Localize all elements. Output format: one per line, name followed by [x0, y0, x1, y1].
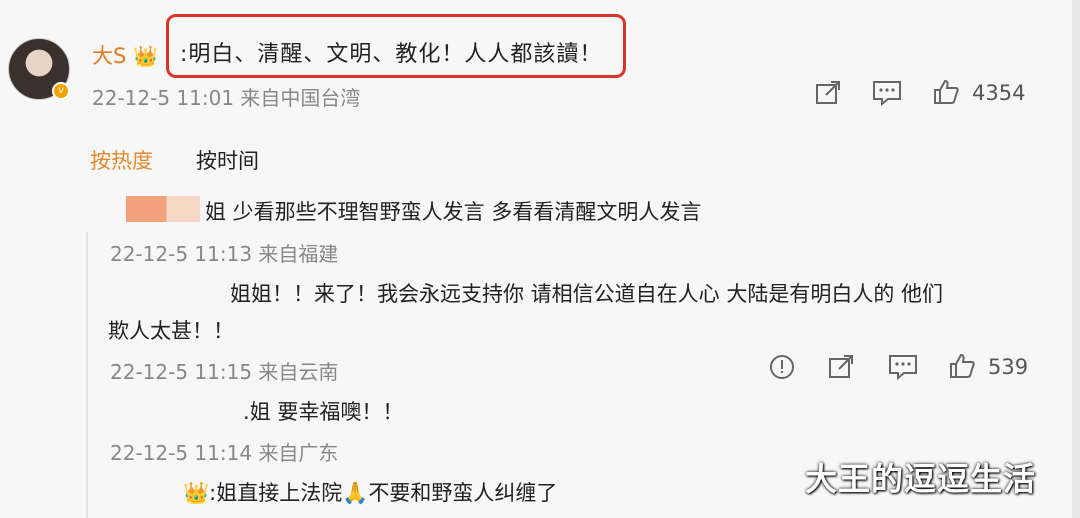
- verified-badge-icon: v: [52, 82, 70, 100]
- like-button[interactable]: [932, 78, 960, 110]
- comment-meta: 22-12-5 11:15 来自云南: [110, 360, 339, 384]
- tab-sort-hot[interactable]: 按热度: [90, 145, 153, 175]
- post-text: :明白、清醒、文明、教化！人人都該讀！: [180, 42, 603, 67]
- scrollbar-track[interactable]: [1072, 0, 1080, 518]
- username[interactable]: 大S: [92, 44, 126, 68]
- comment-button[interactable]: [888, 354, 918, 384]
- pray-emoji-icon: 🙏: [342, 481, 369, 505]
- comment-icon: [889, 355, 917, 381]
- like-icon: [934, 79, 959, 104]
- comment-button[interactable]: [872, 80, 902, 110]
- report-button[interactable]: [769, 354, 795, 384]
- comment-meta: 22-12-5 11:13 来自福建: [110, 242, 339, 266]
- like-count: 539: [988, 355, 1029, 379]
- thread-divider: [86, 232, 88, 518]
- share-icon: [829, 355, 853, 378]
- comment-text: .姐 要幸福噢！！: [243, 400, 404, 424]
- watermark: 大王的逗逗生活: [805, 460, 1037, 498]
- comment-text: 姐姐！！来了！我会永远支持你 请相信公道自在人心 大陆是有明白人的 他们: [230, 282, 944, 306]
- comment-text: 👑:姐直接上法院🙏不要和野蛮人纠缠了: [183, 477, 557, 507]
- like-icon: [950, 353, 975, 378]
- share-button[interactable]: [815, 80, 843, 110]
- comment-text-continued: 欺人太甚！！: [108, 319, 234, 343]
- like-count: 4354: [972, 81, 1026, 105]
- post-meta: 22-12-5 11:01 来自中国台湾: [92, 86, 361, 110]
- comment-icon: [873, 81, 901, 107]
- comment-text: 姐 少看那些不理智野蛮人发言 多看看清醒文明人发言: [205, 200, 702, 224]
- like-button[interactable]: [948, 352, 976, 384]
- crown-emoji-icon: 👑: [183, 481, 210, 505]
- comment-text-prefix: :姐直接上法院: [209, 481, 343, 505]
- comment-meta: 22-12-5 11:14 来自广东: [110, 441, 339, 465]
- comment-text-suffix: 不要和野蛮人纠缠了: [368, 481, 558, 505]
- redacted-username: [126, 196, 200, 222]
- post-author[interactable]: 大S 👑: [92, 40, 158, 70]
- report-icon: [770, 355, 794, 379]
- tab-sort-time[interactable]: 按时间: [196, 145, 259, 175]
- share-icon: [816, 81, 840, 104]
- crown-icon: 👑: [133, 44, 158, 68]
- share-button[interactable]: [828, 354, 856, 384]
